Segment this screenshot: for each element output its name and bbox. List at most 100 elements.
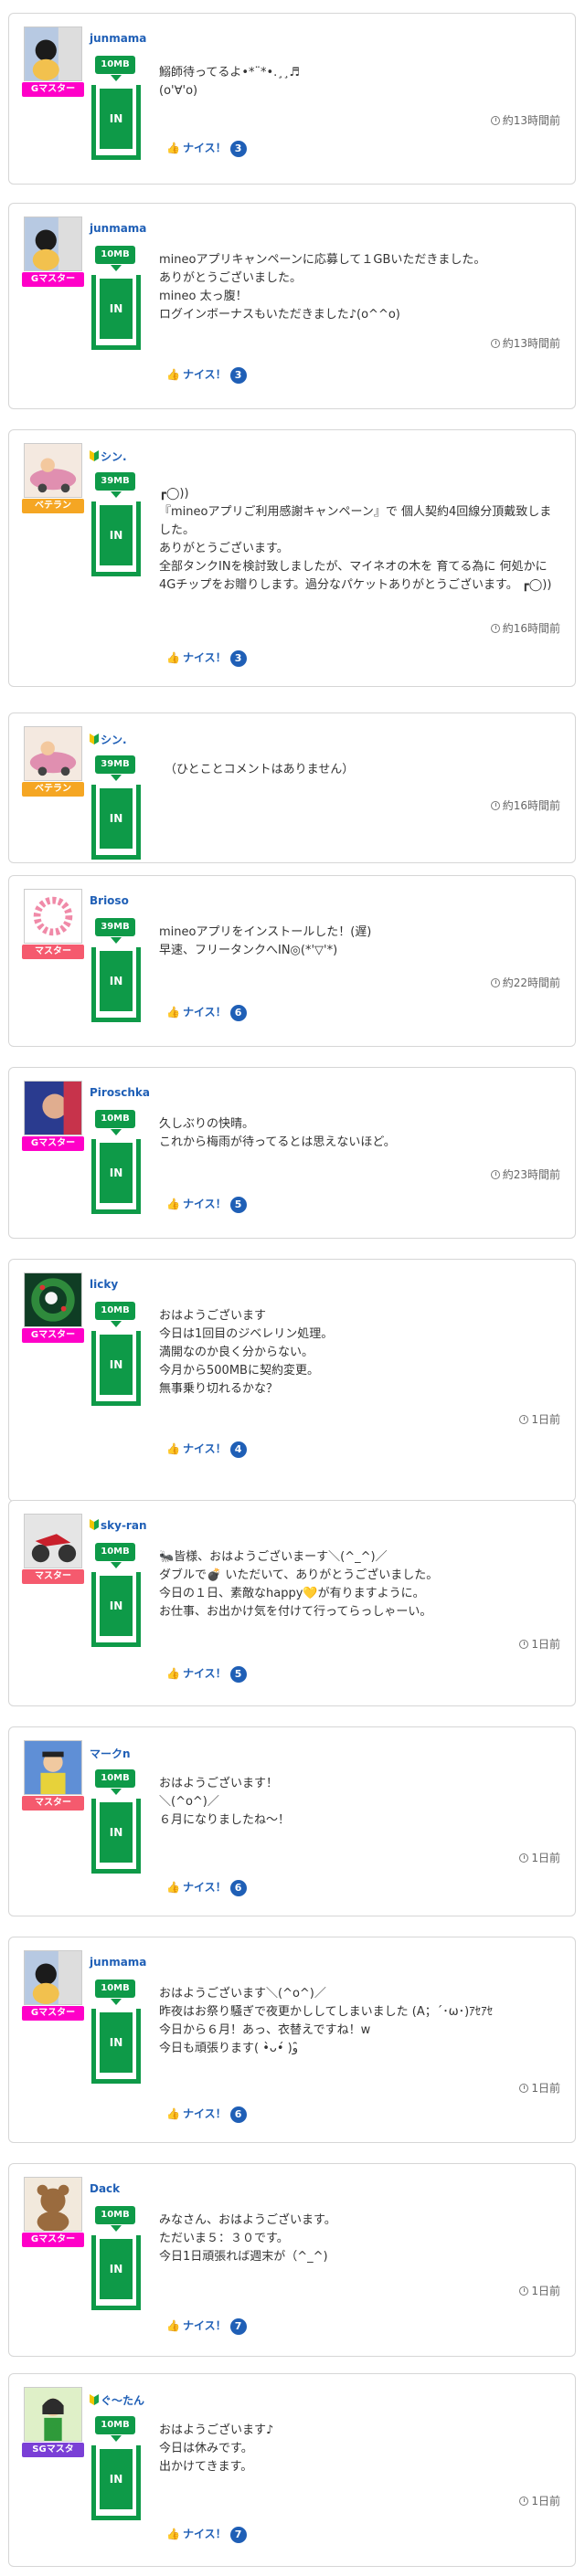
username-link[interactable]: Brioso	[90, 894, 129, 907]
post-card: Gマスター junmama 10MB IN おはようございます＼(^o^)／ 昨…	[8, 1937, 576, 2143]
username-link[interactable]: licky	[90, 1278, 118, 1291]
time-text: 約16時間前	[502, 799, 560, 812]
tank-body: IN	[91, 1572, 141, 1647]
arrow-down-icon	[111, 1999, 122, 2005]
username-link[interactable]: シン.	[90, 449, 127, 464]
rank-badge: Gマスター	[22, 2006, 84, 2021]
username-link[interactable]: ぐ〜たん	[90, 2392, 144, 2408]
avatar[interactable]	[24, 1081, 82, 1135]
tank-body: IN	[91, 785, 141, 860]
nice-label: ナイス！	[182, 2528, 227, 2540]
nice-button[interactable]: 👍 ナイス！ 7	[166, 2317, 247, 2335]
nice-button[interactable]: 👍 ナイス！ 6	[166, 1879, 247, 1896]
post-message: おはようございます 今日は1回目のジベレリン処理。 満開なのか良く分からない。 …	[159, 1309, 334, 1396]
avatar[interactable]	[24, 443, 82, 498]
mb-badge: 39MB	[95, 918, 135, 936]
time-text: 1日前	[531, 1413, 560, 1426]
arrow-down-icon	[111, 1562, 122, 1568]
arrow-down-icon	[111, 1321, 122, 1327]
clock-icon	[490, 801, 500, 810]
tank-label: IN	[100, 2239, 133, 2299]
nice-count: 5	[229, 1197, 247, 1213]
username-link[interactable]: junmama	[90, 32, 146, 45]
nice-count: 3	[229, 141, 247, 157]
tank-label: IN	[100, 89, 133, 149]
tank-label: IN	[100, 951, 133, 1011]
arrow-down-icon	[111, 265, 122, 271]
arrow-down-icon	[111, 1789, 122, 1795]
nice-label: ナイス！	[182, 142, 227, 154]
avatar[interactable]	[24, 1514, 82, 1568]
time-text: 約13時間前	[502, 114, 560, 127]
rank-badge: ベテラン	[22, 499, 84, 513]
nice-button[interactable]: 👍 ナイス！ 7	[166, 2526, 247, 2543]
username-link[interactable]: sky-ran	[90, 1519, 146, 1532]
timestamp: 約23時間前	[490, 1167, 560, 1182]
username-link[interactable]: マークn	[90, 1746, 131, 1761]
thumbs-up-icon: 👍	[166, 2107, 180, 2120]
avatar[interactable]	[24, 26, 82, 81]
mb-badge: 10MB	[95, 1543, 135, 1561]
avatar[interactable]	[24, 1950, 82, 2005]
avatar[interactable]	[24, 726, 82, 781]
tank-body: IN	[91, 501, 141, 576]
tank-in-icon: 10MB IN	[90, 1302, 143, 1413]
time-text: 約13時間前	[502, 337, 560, 350]
arrow-down-icon	[111, 775, 122, 781]
nice-button[interactable]: 👍 ナイス！ 3	[166, 140, 247, 157]
tank-in-icon: 10MB IN	[90, 1543, 143, 1654]
tank-label: IN	[100, 788, 133, 849]
tank-label: IN	[100, 1802, 133, 1863]
nice-label: ナイス！	[182, 2319, 227, 2332]
post-card: Gマスター Piroschka 10MB IN 久しぶりの快晴。 これから梅雨が…	[8, 1067, 576, 1239]
nice-button[interactable]: 👍 ナイス！ 6	[166, 2106, 247, 2123]
clock-icon	[490, 978, 500, 987]
arrow-down-icon	[111, 2225, 122, 2232]
timestamp: 約16時間前	[490, 620, 560, 636]
tank-label: IN	[100, 2012, 133, 2073]
thumbs-up-icon: 👍	[166, 1198, 180, 1210]
timestamp: 約16時間前	[490, 797, 560, 813]
tank-label: IN	[100, 1335, 133, 1395]
avatar[interactable]	[24, 2387, 82, 2442]
avatar[interactable]	[24, 216, 82, 271]
username-text: sky-ran	[101, 1519, 147, 1532]
username-link[interactable]: junmama	[90, 1956, 146, 1969]
nice-button[interactable]: 👍 ナイス！ 5	[166, 1196, 247, 1213]
avatar[interactable]	[24, 889, 82, 944]
mb-badge: 10MB	[95, 1110, 135, 1128]
nice-button[interactable]: 👍 ナイス！ 6	[166, 1004, 247, 1021]
timestamp: 1日前	[519, 1850, 560, 1865]
rank-badge: Gマスター	[22, 1136, 84, 1151]
tank-label: IN	[100, 1576, 133, 1636]
post-message: mineoアプリをインストールした！(遅) 早速、フリータンクへIN◎(*'▽'…	[159, 925, 372, 957]
timestamp: 約13時間前	[490, 335, 560, 351]
clock-icon	[490, 624, 500, 633]
tank-body: IN	[91, 1799, 141, 1874]
tank-body: IN	[91, 85, 141, 160]
post-message: 🐜皆様、おはようございまーす＼(^_^)／ ダブルで💣 いただいて、ありがとうご…	[159, 1550, 439, 1619]
clock-icon	[519, 1415, 529, 1424]
tank-in-icon: 10MB IN	[90, 1110, 143, 1221]
mb-badge: 39MB	[95, 755, 135, 774]
nice-button[interactable]: 👍 ナイス！ 3	[166, 366, 247, 384]
nice-button[interactable]: 👍 ナイス！ 4	[166, 1441, 247, 1458]
username-link[interactable]: シン.	[90, 732, 127, 747]
username-text: ぐ〜たん	[101, 2394, 145, 2407]
avatar[interactable]	[24, 2177, 82, 2232]
time-text: 約23時間前	[502, 1168, 560, 1181]
username-link[interactable]: junmama	[90, 222, 146, 235]
mb-badge: 10MB	[95, 2206, 135, 2224]
mb-badge: 10MB	[95, 2416, 135, 2434]
thumbs-up-icon: 👍	[166, 1006, 180, 1019]
nice-button[interactable]: 👍 ナイス！ 5	[166, 1665, 247, 1683]
nice-count: 6	[229, 1880, 247, 1896]
avatar[interactable]	[24, 1272, 82, 1327]
username-link[interactable]: Piroschka	[90, 1086, 150, 1099]
nice-button[interactable]: 👍 ナイス！ 3	[166, 649, 247, 667]
mb-badge: 10MB	[95, 1302, 135, 1320]
avatar[interactable]	[24, 1740, 82, 1795]
post-card: マスター sky-ran 10MB IN 🐜皆様、おはようございまーす＼(^_^…	[8, 1500, 576, 1706]
rank-badge: マスター	[22, 945, 84, 959]
username-link[interactable]: Dack	[90, 2182, 120, 2195]
